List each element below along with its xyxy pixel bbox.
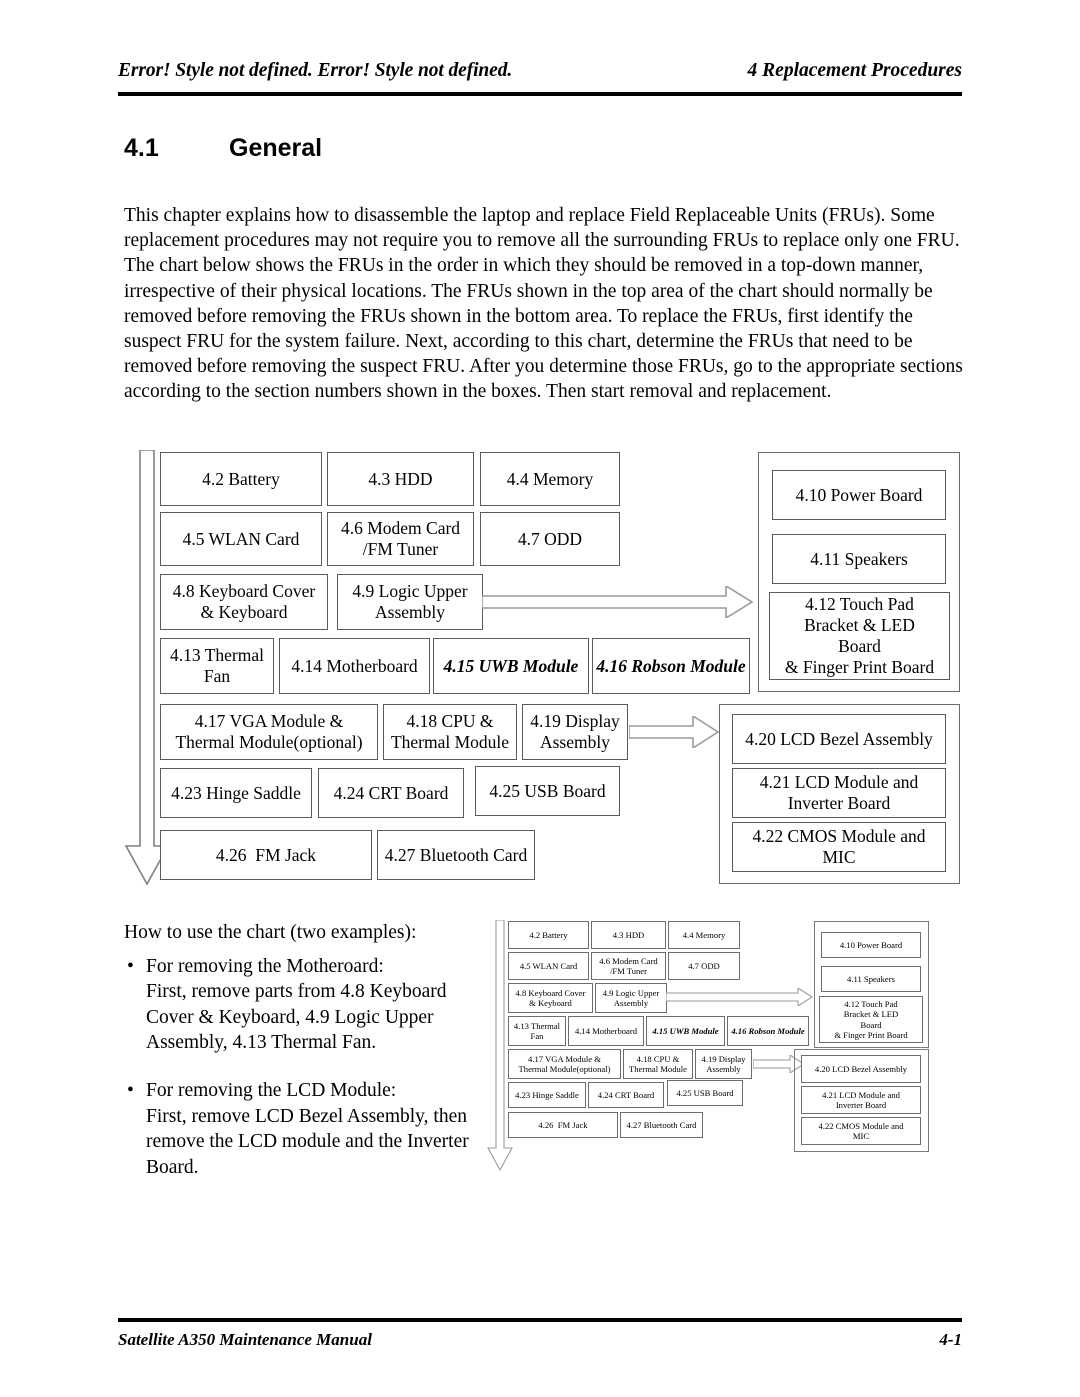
page-title: 4.1 General [124, 134, 322, 163]
thumb-box-4-26-fm-jack: 4.26 FM Jack [508, 1112, 618, 1138]
footer-page-number: 4-1 [939, 1330, 962, 1349]
display-assembly-to-lcd-bezel-arrow [629, 716, 720, 748]
box-4-26-fm-jack: 4.26 FM Jack [160, 830, 372, 880]
running-head-left: Error! Style not defined. Error! Style n… [118, 60, 513, 81]
logic-upper-to-power-board-arrow [482, 586, 754, 618]
box-4-23-hinge-saddle: 4.23 Hinge Saddle [160, 768, 312, 818]
box-4-4-memory: 4.4 Memory [480, 452, 620, 506]
section-number: 4.1 [124, 134, 159, 162]
box-4-19-display-assembly: 4.19 Display Assembly [522, 704, 628, 760]
fru-removal-chart-thumbnail: 4.2 Battery 4.3 HDD 4.4 Memory 4.5 WLAN … [487, 918, 957, 1184]
thumb-box-4-11-speakers: 4.11 Speakers [821, 966, 921, 992]
fru-removal-chart: 4.2 Battery 4.3 HDD 4.4 Memory 4.5 WLAN … [124, 448, 960, 896]
box-4-9-logic-upper-assembly: 4.9 Logic Upper Assembly [337, 574, 483, 630]
thumb-box-4-18-cpu-thermal-module: 4.18 CPU & Thermal Module [623, 1049, 693, 1079]
example-2-title: For removing the LCD Module: [146, 1079, 397, 1101]
box-4-17-vga-module-thermal-module: 4.17 VGA Module & Thermal Module(optiona… [160, 704, 378, 760]
box-4-3-hdd: 4.3 HDD [327, 452, 474, 506]
example-item-2: • For removing the LCD Module: First, re… [124, 1078, 474, 1180]
example-2-body: First, remove LCD Bezel Assembly, then r… [146, 1105, 469, 1178]
example-1-body: First, remove parts from 4.8 Keyboard Co… [146, 981, 447, 1054]
thumb-box-4-23-hinge-saddle: 4.23 Hinge Saddle [508, 1082, 586, 1108]
thumb-box-4-10-power-board: 4.10 Power Board [821, 932, 921, 958]
box-4-2-battery: 4.2 Battery [160, 452, 322, 506]
thumb-box-4-15-uwb-module: 4.15 UWB Module [646, 1016, 725, 1046]
box-4-21-lcd-module-inverter-board: 4.21 LCD Module and Inverter Board [732, 768, 946, 818]
thumb-box-4-25-usb-board: 4.25 USB Board [667, 1080, 743, 1106]
box-4-10-power-board: 4.10 Power Board [772, 470, 946, 520]
box-4-13-thermal-fan: 4.13 Thermal Fan [160, 638, 274, 694]
box-4-20-lcd-bezel-assembly: 4.20 LCD Bezel Assembly [732, 714, 946, 764]
thumb-box-4-21-lcd-module-inverter-board: 4.21 LCD Module and Inverter Board [801, 1086, 921, 1114]
page-footer: Satellite A350 Maintenance Manual 4-1 [118, 1330, 962, 1356]
box-4-11-speakers: 4.11 Speakers [772, 534, 946, 584]
thumb-box-4-6-modem-card-fm-tuner: 4.6 Modem Card /FM Tuner [591, 952, 666, 980]
box-4-6-modem-card-fm-tuner: 4.6 Modem Card /FM Tuner [327, 512, 474, 566]
box-4-25-usb-board: 4.25 USB Board [475, 766, 620, 816]
how-to-lead: How to use the chart (two examples): [124, 922, 417, 943]
header-rule [118, 92, 962, 96]
thumb-box-4-3-hdd: 4.3 HDD [591, 921, 666, 949]
footer-manual-title: Satellite A350 Maintenance Manual [118, 1330, 372, 1349]
thumb-box-4-5-wlan-card: 4.5 WLAN Card [508, 952, 589, 980]
thumb-box-4-2-battery: 4.2 Battery [508, 921, 589, 949]
box-4-12-touch-pad-bracket-led-board-finger-print-board: 4.12 Touch Pad Bracket & LED Board & Fin… [769, 592, 950, 680]
section-title: General [229, 134, 323, 162]
running-head-right: 4 Replacement Procedures [747, 60, 962, 81]
document-page: Error! Style not defined. Error! Style n… [0, 0, 1080, 1397]
thumb-box-4-22-cmos-module-mic: 4.22 CMOS Module and MIC [801, 1117, 921, 1145]
intro-paragraph: This chapter explains how to disassemble… [124, 205, 963, 403]
thumb-box-4-20-lcd-bezel-assembly: 4.20 LCD Bezel Assembly [801, 1055, 921, 1083]
box-4-15-uwb-module: 4.15 UWB Module [433, 638, 589, 694]
thumb-box-4-24-crt-board: 4.24 CRT Board [588, 1082, 664, 1108]
thumb-box-4-27-bluetooth-card: 4.27 Bluetooth Card [620, 1112, 703, 1138]
running-head: Error! Style not defined. Error! Style n… [118, 60, 962, 94]
thumb-box-4-19-display-assembly: 4.19 Display Assembly [695, 1049, 752, 1079]
box-4-14-motherboard: 4.14 Motherboard [279, 638, 430, 694]
thumb-box-4-4-memory: 4.4 Memory [668, 921, 740, 949]
box-4-7-odd: 4.7 ODD [480, 512, 620, 566]
thumb-box-4-17-vga-module-thermal-module: 4.17 VGA Module & Thermal Module(optiona… [508, 1049, 621, 1079]
bullet-icon: • [127, 955, 134, 977]
example-item-1: • For removing the Motheroard: First, re… [124, 954, 474, 1056]
box-4-27-bluetooth-card: 4.27 Bluetooth Card [377, 830, 535, 880]
thumb-box-4-13-thermal-fan: 4.13 Thermal Fan [508, 1016, 566, 1046]
box-4-24-crt-board: 4.24 CRT Board [318, 768, 464, 818]
box-4-16-robson-module: 4.16 Robson Module [592, 638, 750, 694]
box-4-18-cpu-thermal-module: 4.18 CPU & Thermal Module [383, 704, 517, 760]
thumb-box-4-16-robson-module: 4.16 Robson Module [727, 1016, 809, 1046]
thumb-box-4-7-odd: 4.7 ODD [668, 952, 740, 980]
box-4-22-cmos-module-mic: 4.22 CMOS Module and MIC [732, 822, 946, 872]
box-4-8-keyboard-cover-keyboard: 4.8 Keyboard Cover & Keyboard [160, 574, 328, 630]
box-4-5-wlan-card: 4.5 WLAN Card [160, 512, 322, 566]
thumb-box-4-9-logic-upper-assembly: 4.9 Logic Upper Assembly [595, 983, 667, 1013]
footer-rule [118, 1318, 962, 1322]
example-gap [124, 1056, 474, 1070]
thumb-box-4-12-touch-pad-bracket-led-board-finger-print-board: 4.12 Touch Pad Bracket & LED Board & Fin… [819, 996, 923, 1043]
example-1-title: For removing the Motheroard: [146, 955, 384, 977]
thumbnail-logic-upper-to-power-board-arrow [666, 988, 813, 1006]
how-to-use-chart: How to use the chart (two examples): • F… [124, 920, 474, 1180]
thumb-box-4-8-keyboard-cover-keyboard: 4.8 Keyboard Cover & Keyboard [508, 983, 593, 1013]
thumb-box-4-14-motherboard: 4.14 Motherboard [568, 1016, 644, 1046]
bullet-icon: • [127, 1079, 134, 1101]
